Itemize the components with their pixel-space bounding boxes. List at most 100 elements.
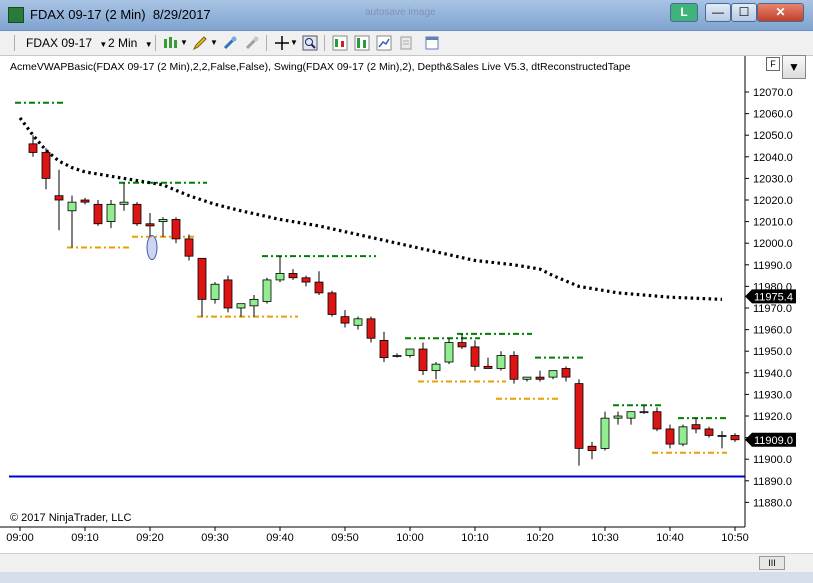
y-tick-label: 12030.0 [753, 173, 793, 185]
chart-panel[interactable]: 12070.0 12060.0 12050.0 12040.0 12030.0 12020… [0, 56, 813, 554]
candle-up [158, 219, 168, 223]
chart-menu-dropdown-button[interactable]: ▼ [782, 55, 806, 79]
y-tick-label: 12020.0 [753, 195, 793, 207]
price-label-text: 11909.0 [754, 435, 793, 447]
drawing-pencil-icon[interactable] [192, 35, 208, 51]
x-tick-label: 10:10 [461, 532, 489, 544]
chevron-down-icon[interactable]: ▼ [210, 35, 218, 51]
scroll-grip-button[interactable]: III [759, 556, 785, 570]
x-tick-label: 10:40 [656, 532, 684, 544]
maximize-button[interactable]: ☐ [731, 3, 757, 22]
candle-down [366, 318, 376, 339]
candle-up [275, 273, 285, 281]
interval-selector[interactable]: 2 Min ▼ [108, 35, 153, 51]
chevron-down-icon: ▼ [144, 40, 153, 49]
magnet-icon[interactable] [222, 35, 238, 51]
y-tick-label: 11920.0 [753, 411, 792, 423]
crosshair-icon[interactable] [274, 35, 290, 51]
candle-down [704, 428, 714, 436]
vwap-line [18, 116, 723, 301]
candle-up [249, 298, 259, 307]
highlight-marker [146, 235, 158, 261]
status-bar [0, 572, 813, 583]
x-tick-label: 10:00 [396, 532, 424, 544]
zoom-icon[interactable] [302, 35, 318, 51]
y-tick-label: 12050.0 [753, 130, 793, 142]
candle-up [496, 355, 506, 369]
candle-down [587, 445, 597, 451]
candle-down [28, 143, 38, 153]
candle-down [535, 376, 545, 380]
f-button[interactable]: F [766, 57, 780, 71]
candle-down [561, 368, 571, 378]
candle-up [548, 370, 558, 378]
y-tick-label: 11900.0 [753, 454, 792, 466]
ninjatrader-app-icon [8, 7, 24, 23]
x-tick-label: 09:10 [71, 532, 99, 544]
candle-down [340, 316, 350, 324]
price-chart[interactable]: 12070.0 12060.0 12050.0 12040.0 12030.0 12020… [0, 56, 813, 554]
data-series-icon[interactable] [332, 35, 348, 51]
candle-up [119, 201, 129, 205]
toolbar-separator [155, 35, 156, 51]
window-titlebar: FDAX 09-17 (2 Min) 8/29/2017 autosave im… [0, 0, 813, 31]
indicators-icon[interactable] [354, 35, 370, 51]
y-tick-label: 11950.0 [753, 346, 792, 358]
toolbar-separator [266, 35, 267, 51]
candle-up [522, 376, 532, 380]
x-tick-label: 10:30 [591, 532, 619, 544]
link-button[interactable]: L [670, 3, 698, 22]
candle-down [54, 195, 64, 201]
candle-up [600, 417, 610, 449]
chevron-down-icon[interactable]: ▼ [180, 35, 188, 51]
candle-down [652, 411, 662, 430]
instrument-selector[interactable]: FDAX 09-17 ▼ [26, 35, 107, 51]
candle-up [431, 363, 441, 372]
candle-down [691, 424, 701, 430]
candle-down [197, 257, 207, 300]
candle-down [301, 277, 311, 283]
interval-label: 2 Min [108, 36, 138, 50]
candle-up [67, 201, 77, 212]
x-tick-label: 09:00 [6, 532, 34, 544]
candle-up [405, 348, 415, 356]
candle-down [418, 348, 428, 372]
candle-down [93, 203, 103, 225]
candle-down [223, 279, 233, 309]
candle-up [626, 411, 636, 419]
properties-icon[interactable] [398, 35, 414, 51]
window-title: FDAX 09-17 (2 Min) 8/29/2017 [30, 7, 211, 22]
candle-down [470, 346, 480, 367]
y-tick-label: 11970.0 [753, 303, 792, 315]
candle-down [80, 199, 90, 203]
y-tick-label: 12040.0 [753, 152, 793, 164]
y-tick-label: 12070.0 [753, 87, 793, 99]
candle-down [509, 355, 519, 380]
y-tick-label: 11880.0 [753, 497, 792, 509]
close-button[interactable]: ✕ [757, 3, 804, 22]
candle-up [717, 435, 727, 437]
y-tick-label: 12060.0 [753, 109, 793, 121]
y-tick-label: 11890.0 [753, 476, 792, 488]
x-tick-label: 09:40 [266, 532, 294, 544]
candle-down [327, 292, 337, 315]
strategies-icon[interactable] [376, 35, 392, 51]
candle-down [665, 428, 675, 445]
templates-icon[interactable] [424, 35, 440, 51]
candle-down [379, 339, 389, 359]
chevron-down-icon: ▼ [99, 40, 108, 49]
horizontal-scrollbar[interactable] [0, 553, 813, 572]
candle-up [262, 279, 272, 302]
instrument-label: FDAX 09-17 [26, 36, 93, 50]
toolbar-grip [14, 35, 15, 51]
chevron-down-icon[interactable]: ▼ [290, 35, 298, 51]
x-tick-label: 09:20 [136, 532, 164, 544]
candle-up [613, 415, 623, 419]
candle-up [639, 411, 649, 414]
chart-style-icon[interactable] [162, 35, 178, 51]
minimize-button[interactable]: — [705, 3, 731, 22]
candle-up [210, 283, 220, 300]
candle-down [41, 152, 51, 179]
eraser-icon[interactable] [244, 35, 260, 51]
x-tick-label: 09:30 [201, 532, 229, 544]
